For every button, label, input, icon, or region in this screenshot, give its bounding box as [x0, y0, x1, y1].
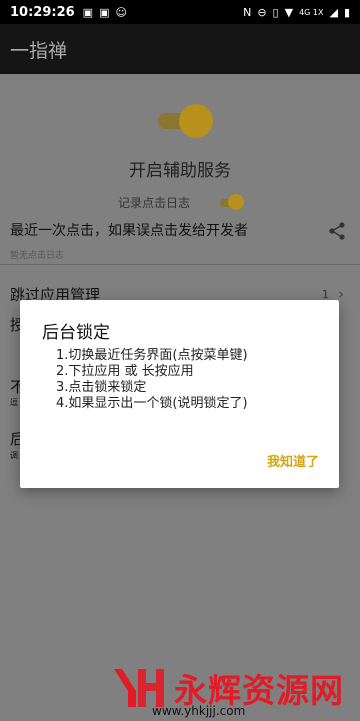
service-toggle-knob [179, 104, 213, 138]
app-title: 一指禅 [10, 39, 68, 62]
log-label: 记录点击日志 [118, 196, 191, 210]
vibrate-icon: ▯ [272, 5, 279, 19]
recent-click-title: 最近一次点击，如果误点击发给开发者 [10, 223, 248, 239]
service-title: 开启辅助服务 [129, 161, 231, 181]
watermark-url: www.yhkjjj.com [152, 704, 246, 718]
status-time: 10:29:26 [10, 4, 75, 20]
dialog-line: 1.切换最近任务界面(点按菜单键) [56, 348, 248, 363]
network-label: 4G 1X [299, 7, 324, 17]
dnd-icon: ⊖ [257, 5, 267, 19]
dialog-line: 3.点击锁来锁定 [56, 380, 147, 395]
wifi-icon: ▼ [284, 5, 294, 19]
background-lock-dialog: 后台锁定 1.切换最近任务界面(点按菜单键) 2.下拉应用 或 长按应用 3.点… [20, 300, 339, 488]
notification-icon: ▣ [82, 5, 94, 19]
log-toggle-knob [228, 194, 244, 210]
app-bar: 一指禅 [0, 24, 360, 74]
nfc-icon: N [243, 5, 252, 19]
signal-icon: ◢ [329, 5, 338, 19]
peek-item: 调 [10, 451, 18, 460]
dialog-instructions: 1.切换最近任务界面(点按菜单键) 2.下拉应用 或 长按应用 3.点击锁来锁定… [56, 348, 248, 412]
log-toggle[interactable] [220, 194, 244, 212]
peek-item: 逗 [10, 398, 18, 407]
status-bar: 10:29:26 ▣ ▣ ☺ N ⊖ ▯ ▼ 4G 1X ◢ ▮ [0, 0, 360, 24]
dialog-title: 后台锁定 [42, 323, 110, 343]
chevron-right-icon: › [338, 285, 344, 303]
battery-icon: ▮ [343, 5, 350, 19]
divider [0, 264, 360, 265]
dialog-line: 4.如果显示出一个锁(说明锁定了) [56, 396, 248, 411]
share-icon[interactable] [328, 222, 346, 240]
dialog-line: 2.下拉应用 或 长按应用 [56, 364, 194, 379]
notification-icon: ▣ [99, 5, 110, 19]
recent-click-log: 暂无点击日志 [10, 251, 65, 261]
service-toggle[interactable] [158, 104, 214, 138]
got-it-button[interactable]: 我知道了 [267, 451, 319, 470]
log-row: 记录点击日志 [0, 192, 360, 214]
face-icon: ☺ [115, 5, 127, 19]
